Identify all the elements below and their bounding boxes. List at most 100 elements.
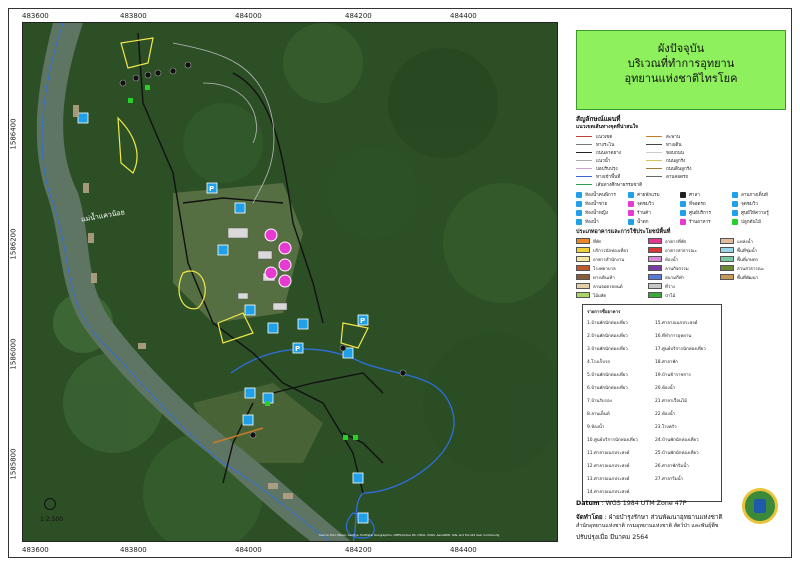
line-swatch xyxy=(576,152,592,153)
landuse-swatch xyxy=(576,283,590,289)
landuse-label: พื้นที่ชุ่มน้ำ xyxy=(737,249,758,254)
y-tick-3: 1586000 xyxy=(9,338,18,370)
line-swatch xyxy=(646,176,662,177)
place-list-item: 18.ศาลาพัก xyxy=(655,360,678,365)
place-list-item: 6.บ้านพักนักท่องเที่ยว xyxy=(587,386,628,391)
line-swatch xyxy=(646,144,662,145)
shop-icon xyxy=(628,210,634,216)
waterfall-icon xyxy=(628,219,634,225)
landuse-label: ไม้ผลัด xyxy=(593,294,607,299)
line-legend-label: ลานจอดรถ xyxy=(666,175,689,180)
landuse-label: ที่พัก xyxy=(593,240,602,245)
place-list-item: 22.ห้องน้ำ xyxy=(655,412,676,417)
line-legend-label: ถนนลูกรัง xyxy=(666,159,686,164)
point-legend-label: ห้องน้ำคนพิการ xyxy=(585,193,616,198)
map-credits: Source: Esri, Maxar, GeoEye, Earthstar G… xyxy=(319,533,500,537)
line-legend-label: ทางระไน xyxy=(596,143,615,148)
landuse-label: ทางเดินเท้า xyxy=(593,276,615,281)
line-legend-label: ถนนลาดยาง xyxy=(596,151,621,156)
landuse-swatch xyxy=(576,265,590,271)
date-line: ปรับปรุงเมื่อ มีนาคม 2564 xyxy=(576,532,648,542)
landuse-label: สวนสาธารณะ xyxy=(737,267,765,272)
landuse-label: พื้นที่เกษตร xyxy=(737,258,759,263)
landuse-swatch xyxy=(648,238,662,244)
landuse-label: อาคารสาธารณะ xyxy=(665,249,697,254)
place-list-item: 21.ศาลาเรือนไม้ xyxy=(655,399,687,404)
place-list-item: 10.ศูนย์บริการนักท่องเที่ยว xyxy=(587,438,638,443)
landuse-label: อาคารที่พัก xyxy=(665,240,687,245)
landuse-swatch xyxy=(720,247,734,253)
place-list-item: 9.ห้องน้ำ xyxy=(587,425,605,430)
point-legend-label: ศูนย์บริการ xyxy=(689,211,711,216)
line-legend-label: แนวเขต xyxy=(596,135,613,140)
x-tick-1: 483600 xyxy=(22,12,49,20)
line-swatch xyxy=(646,168,662,169)
place-list-item: 8.ลานเต็นท์ xyxy=(587,412,610,417)
line-legend-label: ถนนดินลูกรัง xyxy=(666,167,692,172)
landuse-swatch xyxy=(648,292,662,298)
datum-value: WGS 1984 UTM Zone 47P xyxy=(605,500,687,507)
female-icon xyxy=(576,210,582,216)
title-line-1: ผังปัจจุบัน xyxy=(657,42,705,55)
place-list-item: 7.บ้านรับรอง xyxy=(587,399,612,404)
park-emblem-icon xyxy=(742,488,778,524)
point-legend-label: จุดชมวิว xyxy=(741,202,758,207)
landuse-heading: ประเภทอาคารและการใช้ประโยชน์พื้นที่ xyxy=(576,229,671,235)
camp-icon xyxy=(628,192,634,198)
place-list-item: 19.บ้านข้าราชการ xyxy=(655,373,691,378)
landuse-swatch xyxy=(576,247,590,253)
landuse-swatch xyxy=(576,274,590,280)
view-icon xyxy=(628,201,634,207)
restroom-icon xyxy=(576,219,582,225)
place-list-item: 5.บ้านพักนักท่องเที่ยว xyxy=(587,373,628,378)
landuse-swatch xyxy=(576,238,590,244)
place-list-item: 17.ศูนย์บริการนักท่องเที่ยว xyxy=(655,347,706,352)
author-label: จัดทำโดย xyxy=(576,514,603,521)
landuse-label: สนามกีฬา xyxy=(665,276,685,281)
place-list-item: 12.ศาลาอเนกประสงค์ xyxy=(587,464,630,469)
food-icon xyxy=(680,219,686,225)
title-box: ผังปัจจุบัน บริเวณที่ทำการอุทยาน อุทยานแ… xyxy=(576,30,786,110)
landuse-swatch xyxy=(720,238,734,244)
landuse-label: ป่าไม้ xyxy=(665,294,676,299)
wheelchair-icon xyxy=(576,192,582,198)
tent-icon xyxy=(732,192,738,198)
line-swatch xyxy=(576,184,592,185)
tree-icon xyxy=(732,219,738,225)
line-legend-label: บ่อปรับปรุง xyxy=(596,167,618,172)
date-label: ปรับปรุงเมื่อ xyxy=(576,534,608,541)
landuse-swatch xyxy=(648,256,662,262)
map-canvas: P P P xyxy=(23,23,557,541)
pavilion-icon xyxy=(680,192,686,198)
point-legend-label: ร้านค้า xyxy=(637,211,651,216)
x-tick-b4: 484200 xyxy=(345,546,372,554)
point-legend-label: ที่จอดรถ xyxy=(689,202,706,207)
line-swatch xyxy=(576,176,592,177)
point-legend-label: ห้องน้ำหญิง xyxy=(585,211,608,216)
landuse-label: บริการนักท่องเที่ยว xyxy=(593,249,629,254)
landuse-swatch xyxy=(648,283,662,289)
landuse-swatch xyxy=(648,247,662,253)
point-legend-label: ร้านอาหาร xyxy=(689,220,711,225)
x-tick-3: 484000 xyxy=(235,12,262,20)
place-list-item: 20.ห้องน้ำ xyxy=(655,386,676,391)
place-list-item: 3.บ้านพักนักท่องเที่ยว xyxy=(587,347,628,352)
point-legend-label: จุดชมวิว xyxy=(637,202,654,207)
landuse-label: ที่ว่าง xyxy=(665,285,675,290)
landuse-swatch xyxy=(576,256,590,262)
landuse-label: อาคารสำนักงาน xyxy=(593,258,625,263)
legend-panel: ผังปัจจุบัน บริเวณที่ทำการอุทยาน อุทยานแ… xyxy=(568,22,792,542)
line-legend-label: เส้นทางศึกษาธรรมชาติ xyxy=(596,183,643,188)
date-value: มีนาคม 2564 xyxy=(609,534,649,541)
line-legend-label: ทางเดิน xyxy=(666,143,682,148)
point-legend-label: ศูนย์ให้ความรู้ xyxy=(741,211,769,216)
line-swatch xyxy=(576,168,592,169)
landuse-label: แหล่งน้ำ xyxy=(737,240,754,245)
svg-text:P: P xyxy=(209,185,214,193)
author-value: ฝ่ายบำรุงรักษา ส่วนพัฒนาอุทยานแห่งชาติ xyxy=(608,514,723,521)
landuse-swatch xyxy=(720,265,734,271)
point-legend-label: ห้องน้ำ xyxy=(585,220,599,225)
landuse-label: พื้นที่พัฒนา xyxy=(737,276,759,281)
place-list-item: 1.บ้านพักนักท่องเที่ยว xyxy=(587,321,628,326)
satellite-map[interactable]: P P P แม่น้ำแควน้อย Source: Esri, Maxar,… xyxy=(22,22,558,542)
